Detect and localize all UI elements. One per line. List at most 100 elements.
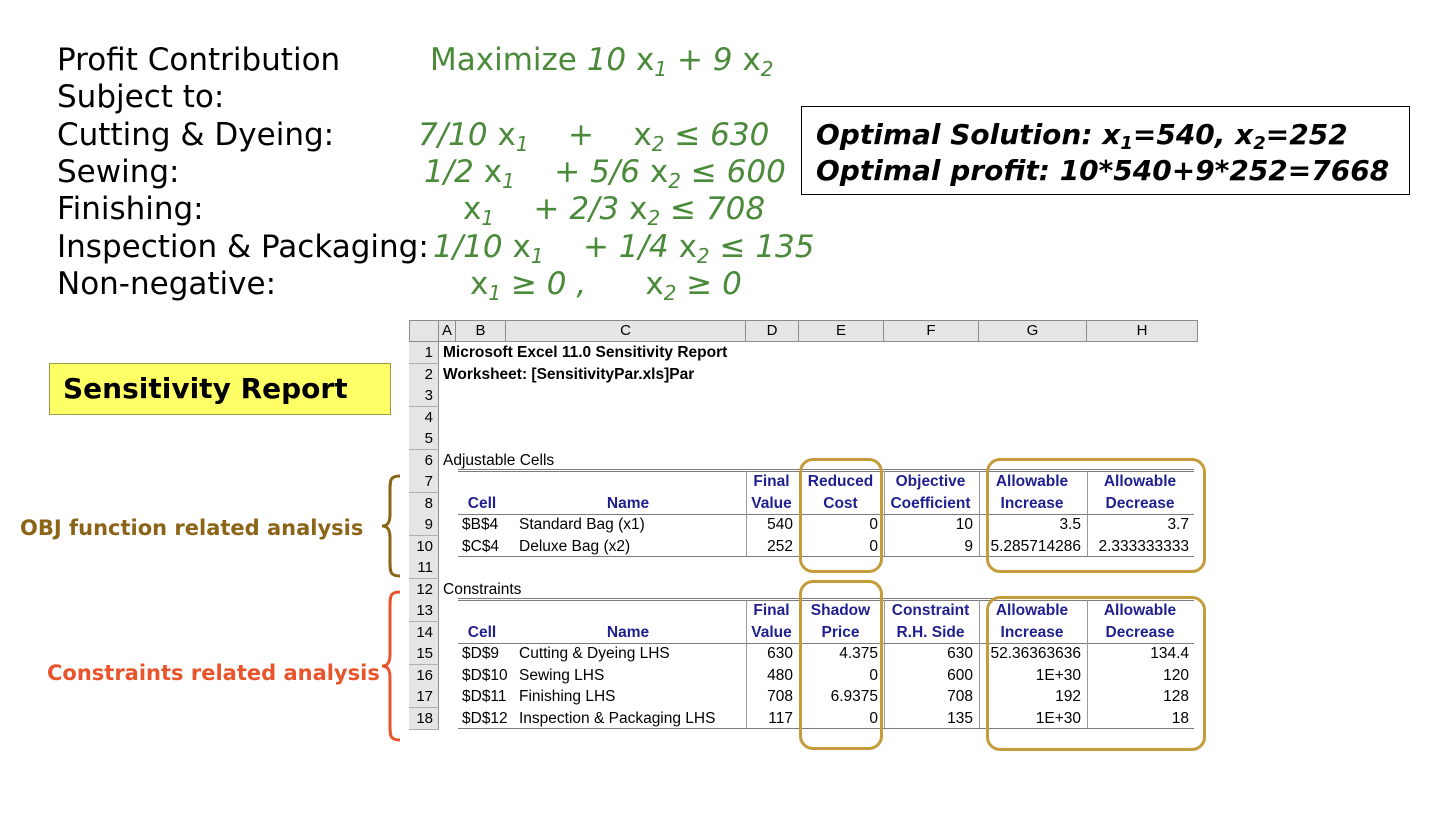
constraints-header-value: Value (751, 623, 792, 641)
row-header-17[interactable]: 17 (409, 686, 439, 708)
adjustable-row-1-col-2: 252 (767, 537, 793, 555)
column-header-e[interactable]: E (799, 320, 884, 342)
constraints-row-3-col-0: $D$12 (462, 709, 508, 727)
constraints-row-2-col-1: Finishing LHS (519, 688, 616, 705)
row-header-16[interactable]: 16 (409, 664, 439, 687)
constraints-col-sep-0 (746, 600, 747, 729)
row-header-2[interactable]: 2 (409, 363, 439, 386)
adjustable-header-top-1 (509, 471, 747, 493)
adjustable-row-1-col-1: Deluxe Bag (x2) (519, 537, 631, 555)
optimal-solution-line: Optimal Solution: x1=540, x2=252 (816, 118, 1348, 154)
model-label-finishing: Finishing: (57, 191, 204, 227)
constraints-row-2-col-0: $D$11 (462, 688, 507, 705)
constraints-header-r-h-side: R.H. Side (896, 623, 965, 641)
report-title: Microsoft Excel 11.0 Sensitivity Report (443, 344, 728, 361)
constraints-brace (381, 590, 401, 742)
adjustable-row-1-col-4: 9 (964, 537, 973, 555)
row-header-5[interactable]: 5 (409, 428, 439, 450)
model-expr-nonnegative: x1 ≥ 0 , x2 ≥ 0 (470, 266, 742, 305)
constraints-row-3-col-2: 117 (768, 709, 793, 727)
constraints-header-top-1 (509, 600, 747, 622)
constraints-row-0-col-4: 630 (947, 645, 973, 662)
model-label-cutting: Cutting & Dyeing: (57, 117, 335, 153)
row-header-4[interactable]: 4 (409, 406, 439, 429)
optimal-profit-line: Optimal profit: 10*540+9*252=7668 (816, 154, 1390, 187)
sheet-corner[interactable] (409, 320, 439, 342)
row-header-15[interactable]: 15 (409, 643, 439, 665)
constraints-row-0-col-0: $D$9 (462, 645, 500, 662)
column-header-d[interactable]: D (746, 320, 799, 342)
row-header-9[interactable]: 9 (409, 514, 439, 536)
adjustable-row-0-col-0: $B$4 (462, 516, 499, 533)
column-header-b[interactable]: B (456, 320, 506, 342)
row-header-10[interactable]: 10 (409, 535, 439, 558)
adjustable-row-0-col-1: Standard Bag (x1) (519, 516, 645, 533)
model-label-inspection: Inspection & Packaging: (57, 229, 429, 265)
adjustable-header-coefficient: Coefficient (890, 494, 971, 512)
constraints-row-3-col-1: Inspection & Packaging LHS (519, 709, 716, 727)
row-header-13[interactable]: 13 (409, 600, 439, 622)
adjustable-col-sep-2 (884, 471, 885, 557)
column-header-c[interactable]: C (506, 320, 746, 342)
constraint-allowable-highlight (986, 596, 1206, 751)
obj-allowable-highlight (986, 458, 1206, 573)
constraints-header-top-2: Final (753, 602, 790, 619)
constraints-row-1-col-4: 600 (947, 666, 973, 684)
row-header-11[interactable]: 11 (409, 557, 439, 579)
model-label-objective: Profit Contribution (57, 42, 341, 78)
model-label-sewing: Sewing: (57, 154, 180, 190)
row-header-8[interactable]: 8 (409, 492, 439, 515)
sensitivity-report-label: Sensitivity Report (49, 363, 391, 415)
model-expr-finishing: x1 + 2/3 x2 ≤ 708 (463, 191, 766, 230)
adjustable-header-name: Name (606, 494, 650, 512)
row-header-3[interactable]: 3 (409, 385, 439, 407)
model-label-subject-to: Subject to: (57, 79, 225, 115)
column-header-f[interactable]: F (884, 320, 979, 342)
adjustable-header-cell: Cell (467, 494, 497, 512)
constraints-header-top-4: Constraint (891, 602, 970, 619)
row-header-6[interactable]: 6 (409, 449, 439, 472)
column-header-g[interactable]: G (979, 320, 1087, 342)
adjustable-row-0-col-2: 540 (767, 516, 793, 533)
row-header-14[interactable]: 14 (409, 621, 439, 644)
model-expr-inspection: 1/10 x1 + 1/4 x2 ≤ 135 (433, 229, 815, 268)
constraints-analysis-note: Constraints related analysis (47, 661, 380, 685)
row-header-18[interactable]: 18 (409, 707, 439, 730)
model-expr-cutting: 7/10 x1 + x2 ≤ 630 (418, 117, 770, 156)
constraints-header-name: Name (606, 623, 650, 641)
adjustable-row-0-col-4: 10 (955, 516, 973, 533)
model-expr-sewing: 1/2 x1 + 5/6 x2 ≤ 600 (424, 154, 786, 193)
column-header-h[interactable]: H (1087, 320, 1198, 342)
optimal-solution-box: Optimal Solution: x1=540, x2=252 Optimal… (801, 106, 1410, 195)
constraints-header-cell: Cell (467, 623, 497, 641)
model-expr-objective: Maximize 10 x1 + 9 x2 (430, 42, 774, 81)
constraints-row-2-col-4: 708 (947, 688, 973, 705)
constraints-col-sep-3 (979, 600, 980, 729)
constraints-row-3-col-4: 135 (947, 709, 973, 727)
adjustable-header-top-2: Final (753, 473, 790, 490)
reduced-cost-highlight (799, 458, 883, 573)
shadow-price-highlight (799, 580, 883, 750)
constraints-row-0-col-1: Cutting & Dyeing LHS (519, 645, 670, 662)
column-header-a[interactable]: A (439, 320, 456, 342)
adjustable-col-sep-0 (746, 471, 747, 557)
report-worksheet: Worksheet: [SensitivityPar.xls]Par (443, 365, 695, 383)
constraints-row-1-col-1: Sewing LHS (519, 666, 605, 684)
row-header-12[interactable]: 12 (409, 578, 439, 601)
adjustable-row-1-col-0: $C$4 (462, 537, 500, 555)
adjustable-header-top-4: Objective (895, 473, 966, 490)
adjustable-header-value: Value (751, 494, 792, 512)
constraints-col-sep-2 (884, 600, 885, 729)
row-header-1[interactable]: 1 (409, 342, 439, 364)
constraints-row-0-col-2: 630 (767, 645, 793, 662)
constraints-header-top-0 (458, 600, 506, 622)
sensitivity-sheet: ABCDEFGH 1 2 3 4 5 6 7 8 9 10 11 12 13 14 15 16 17 18 Mic… (409, 320, 1206, 751)
model-label-nonnegative: Non-negative: (57, 266, 277, 302)
row-header-7[interactable]: 7 (409, 471, 439, 493)
constraints-row-2-col-2: 708 (767, 688, 793, 705)
obj-brace (381, 474, 401, 578)
adjustable-header-top-0 (458, 471, 506, 493)
constraints-row-1-col-0: $D$10 (462, 666, 508, 684)
obj-analysis-note: OBJ function related analysis (20, 516, 364, 540)
constraints-row-1-col-2: 480 (767, 666, 793, 684)
